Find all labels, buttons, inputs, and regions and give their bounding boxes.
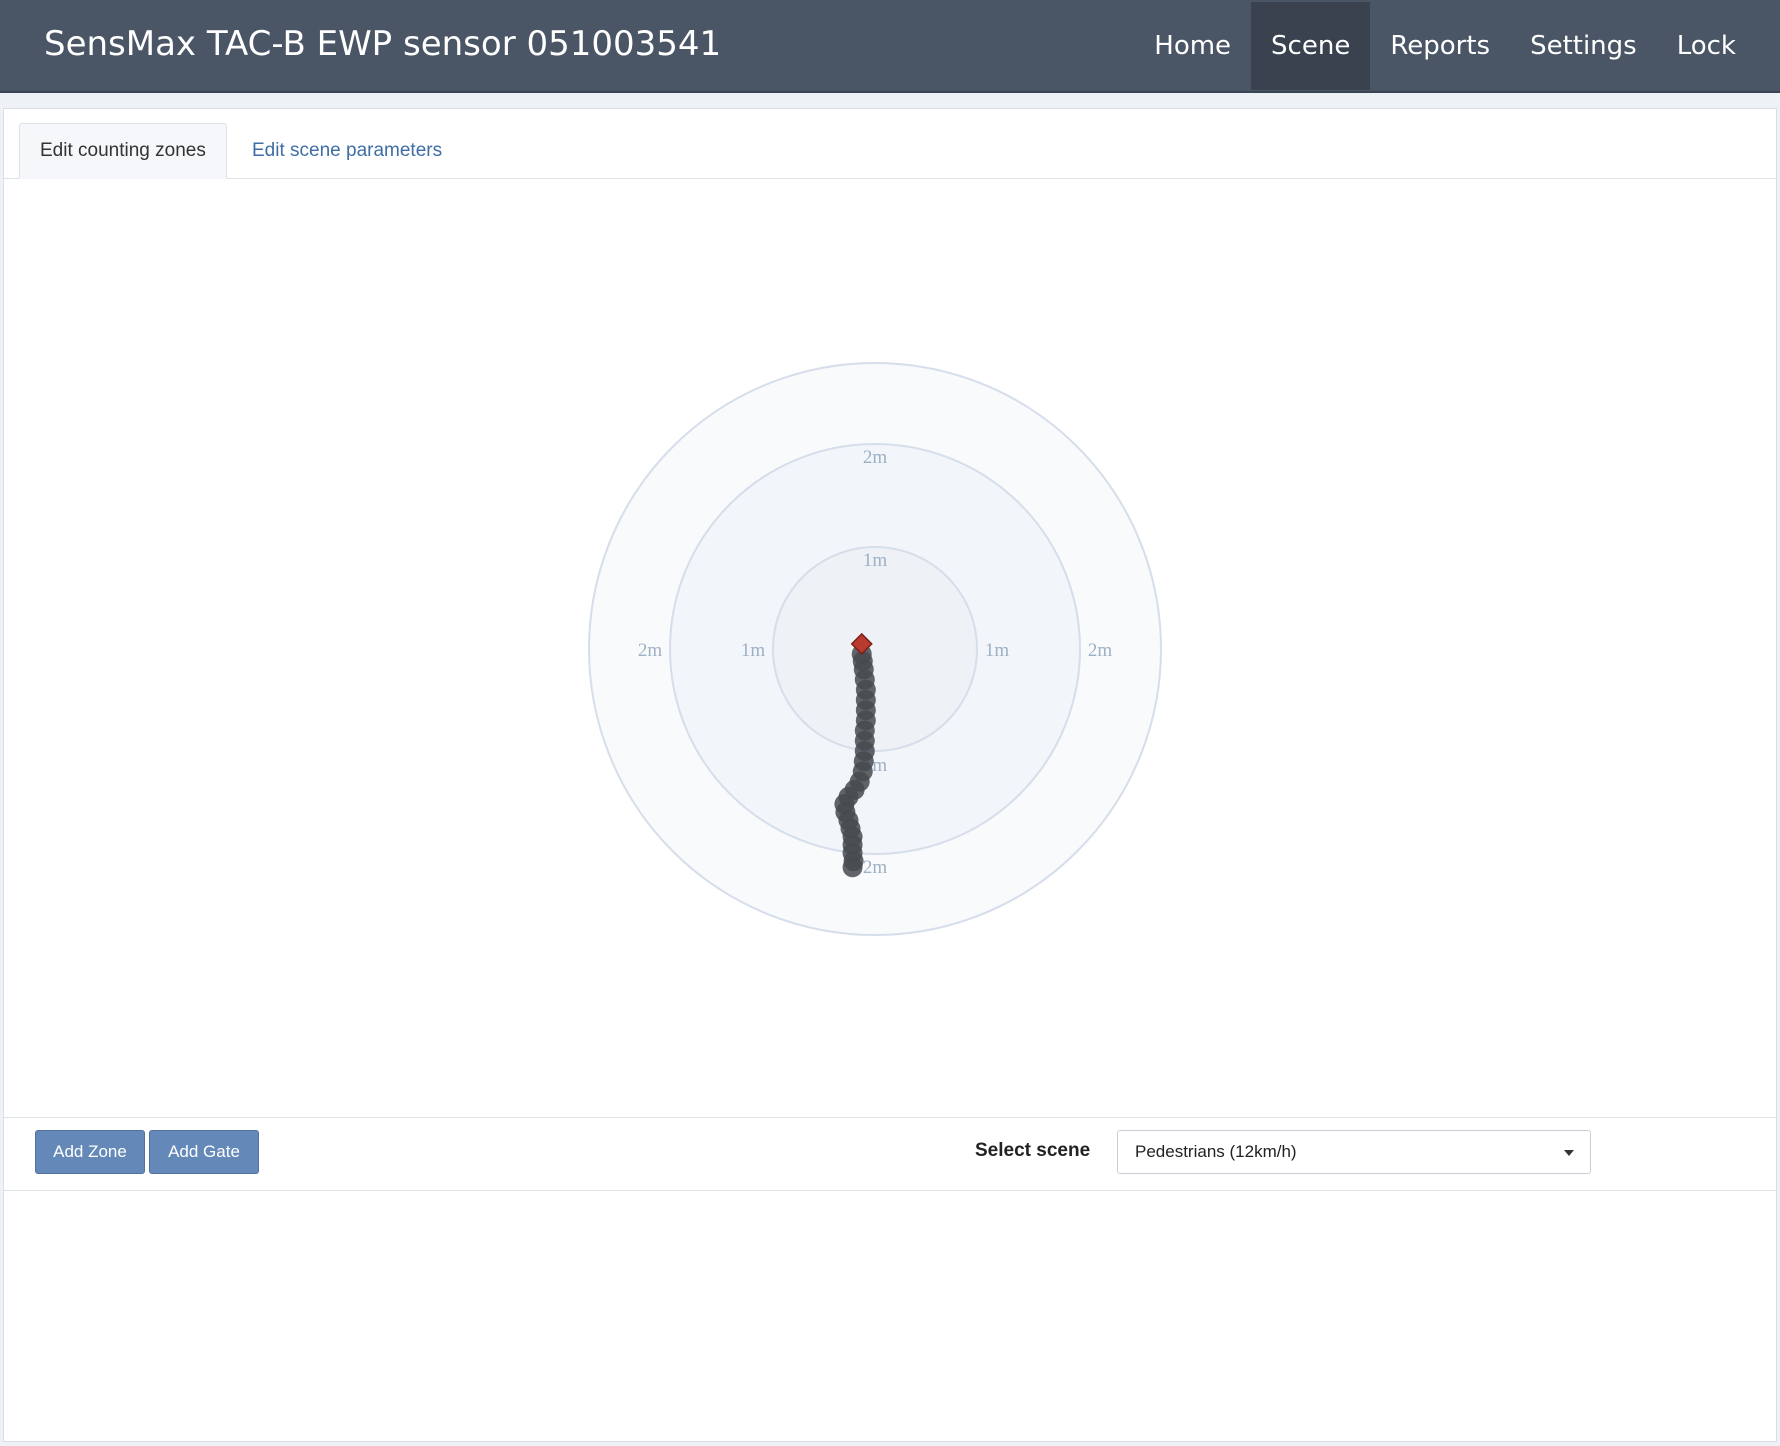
ring-label-right-outer: 2m [1088,640,1113,661]
scene-panel: Edit counting zones Edit scene parameter… [3,108,1777,1442]
add-gate-button[interactable]: Add Gate [149,1130,259,1174]
ring-label-top-outer: 2m [863,447,888,468]
ring-label-left-outer: 2m [638,640,663,661]
ring-label-left-inner: 1m [741,640,766,661]
ring-label-top-inner: 1m [863,550,888,571]
tab-edit-scene-parameters[interactable]: Edit scene parameters [232,123,462,179]
ring-label-bottom-outer: 2m [863,857,888,878]
nav-settings[interactable]: Settings [1510,2,1657,90]
add-zone-button[interactable]: Add Zone [35,1130,145,1174]
scene-select[interactable]: Pedestrians (12km/h) [1117,1130,1591,1174]
zone-toolbar: Add Zone Add Gate Select scene Pedestria… [4,1117,1776,1191]
scene-tabs: Edit counting zones Edit scene parameter… [4,109,1776,179]
chevron-down-icon [1564,1150,1574,1156]
nav-home[interactable]: Home [1134,2,1251,90]
track-point [842,857,863,878]
tab-edit-counting-zones[interactable]: Edit counting zones [19,123,227,179]
app-title: SensMax TAC-B EWP sensor 051003541 [44,24,722,64]
top-navbar: SensMax TAC-B EWP sensor 051003541 Home … [0,0,1780,93]
zone-list-area [4,1191,1776,1441]
main-nav: Home Scene Reports Settings Lock [1134,0,1780,93]
nav-reports[interactable]: Reports [1370,2,1510,90]
radar-view[interactable]: 2m 1m 2m 1m 1m 2m 1m 2m [4,179,1776,1117]
scene-select-value: Pedestrians (12km/h) [1135,1142,1297,1161]
nav-scene[interactable]: Scene [1251,2,1371,90]
ring-label-right-inner: 1m [985,640,1010,661]
nav-lock[interactable]: Lock [1657,2,1780,90]
select-scene-label: Select scene [975,1140,1091,1161]
